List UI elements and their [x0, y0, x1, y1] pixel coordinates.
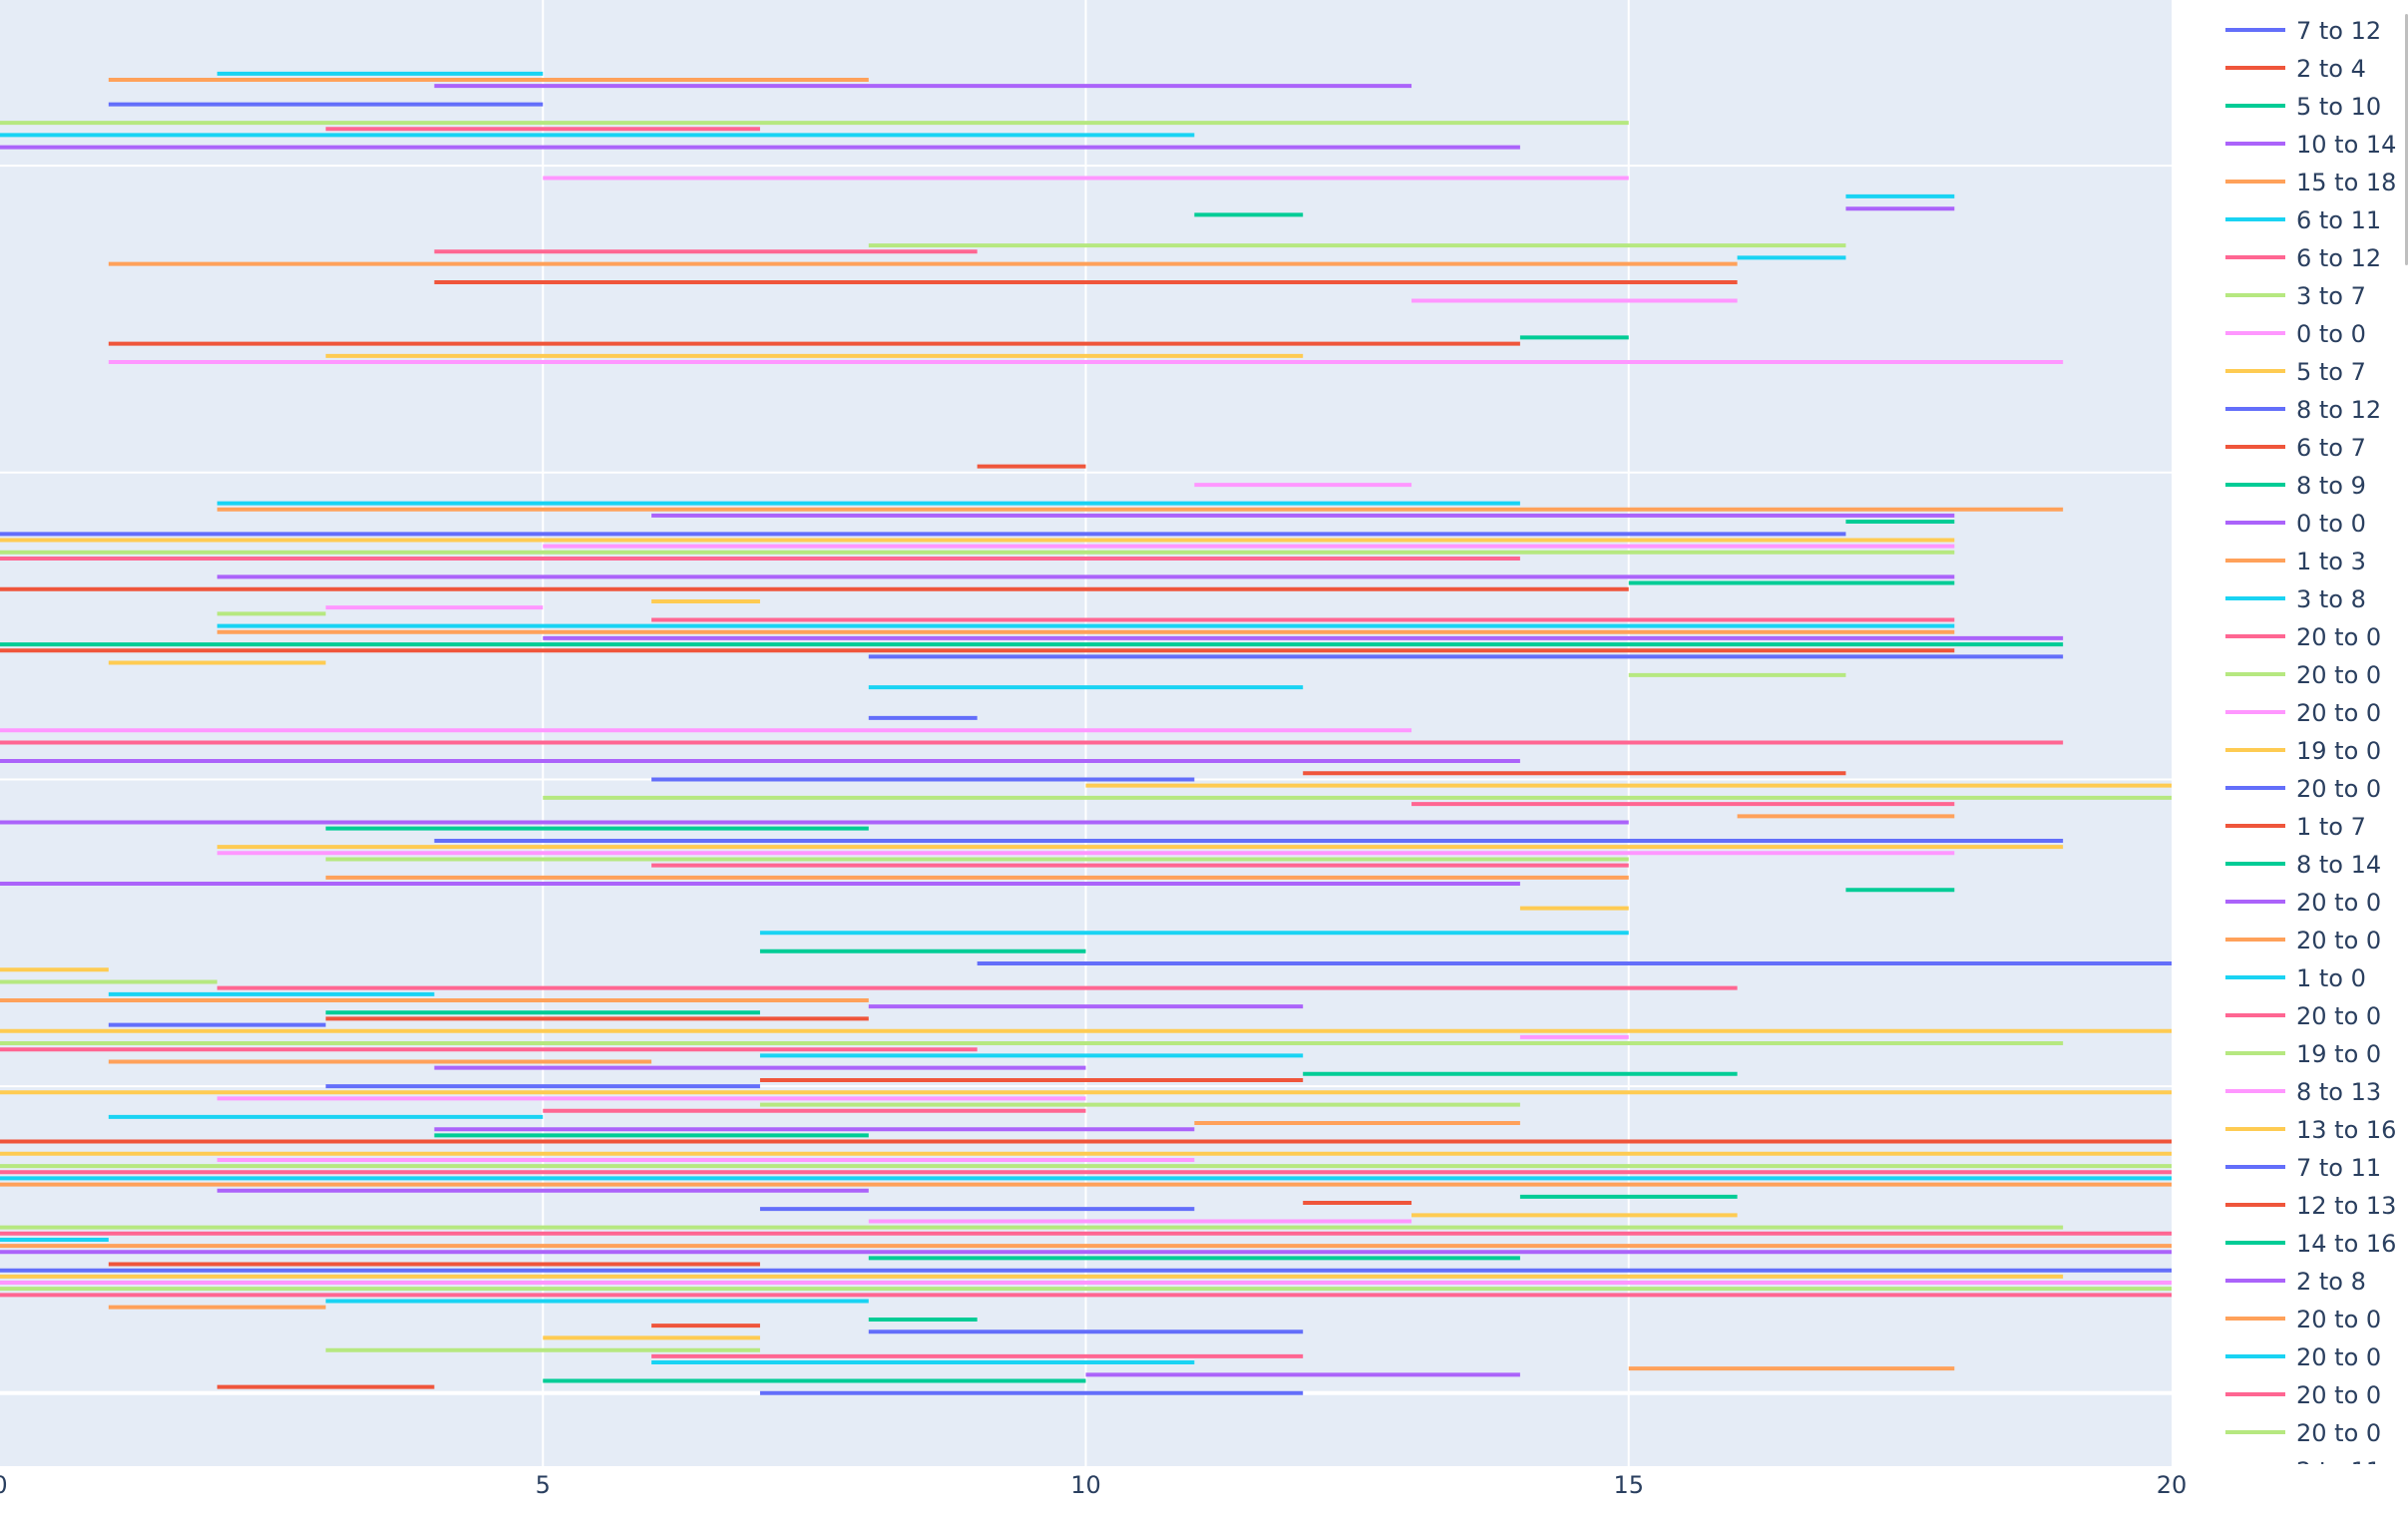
legend-label: 2 to 11	[2296, 1457, 2381, 1485]
legend-item[interactable]: 7 to 11	[2225, 1154, 2381, 1182]
legend-item[interactable]: 0 to 0	[2225, 320, 2366, 348]
legend-label: 20 to 0	[2296, 1306, 2381, 1333]
legend-item[interactable]: 20 to 0	[2225, 1002, 2381, 1030]
legend-label: 12 to 13	[2296, 1192, 2396, 1220]
x-axis-ticks: 0 5 10 15 20	[0, 1471, 2187, 1499]
legend-item[interactable]: 2 to 8	[2225, 1268, 2366, 1296]
legend-label: 5 to 10	[2296, 93, 2381, 121]
legend-label: 20 to 0	[2296, 661, 2381, 689]
legend-item[interactable]: 2 to 4	[2225, 55, 2366, 83]
legend-label: 8 to 9	[2296, 472, 2366, 500]
legend-label: 0 to 0	[2296, 320, 2366, 348]
legend-label: 5 to 7	[2296, 358, 2366, 386]
legend-item[interactable]: 20 to 0	[2225, 1381, 2381, 1409]
legend-item[interactable]: 1 to 3	[2225, 548, 2366, 575]
legend-label: 6 to 11	[2296, 206, 2381, 234]
legend-label: 13 to 16	[2296, 1116, 2396, 1144]
legend-item[interactable]: 19 to 0	[2225, 1040, 2381, 1068]
x-tick-label: 5	[536, 1471, 551, 1499]
legend-label: 20 to 0	[2296, 623, 2381, 651]
legend-label: 7 to 11	[2296, 1154, 2381, 1182]
legend-label: 3 to 8	[2296, 585, 2366, 613]
legend-label: 7 to 12	[2296, 17, 2381, 45]
legend-label: 10 to 14	[2296, 131, 2396, 159]
legend-item[interactable]: 8 to 14	[2225, 851, 2381, 879]
legend-item[interactable]: 5 to 10	[2225, 93, 2381, 121]
legend-item[interactable]: 2 to 11	[2225, 1457, 2381, 1485]
legend-item[interactable]: 20 to 0	[2225, 1419, 2381, 1447]
legend-item[interactable]: 8 to 13	[2225, 1078, 2381, 1106]
legend-item[interactable]: 20 to 0	[2225, 1343, 2381, 1371]
legend-label: 19 to 0	[2296, 1040, 2381, 1068]
legend-item[interactable]: 0 to 0	[2225, 510, 2366, 538]
legend-item[interactable]: 10 to 14	[2225, 131, 2396, 159]
legend-item[interactable]: 1 to 7	[2225, 813, 2366, 841]
chart: 0 5 10 15 20 7 to 12 2 to 4 5 to 10 10 to 14 15 …	[0, 0, 2408, 1499]
legend-label: 6 to 7	[2296, 434, 2366, 462]
legend: 7 to 12 2 to 4 5 to 10 10 to 14 15 to 18 6 to…	[2225, 14, 2408, 1485]
legend-item[interactable]: 12 to 13	[2225, 1192, 2396, 1220]
legend-label: 20 to 0	[2296, 1343, 2381, 1371]
legend-label: 1 to 0	[2296, 964, 2366, 992]
legend-item[interactable]: 8 to 9	[2225, 472, 2366, 500]
x-tick-label: 20	[2157, 1471, 2188, 1499]
legend-label: 20 to 0	[2296, 1002, 2381, 1030]
legend-item[interactable]: 8 to 12	[2225, 396, 2381, 424]
legend-item[interactable]: 20 to 0	[2225, 1306, 2381, 1333]
legend-label: 20 to 0	[2296, 1419, 2381, 1447]
legend-item[interactable]: 6 to 12	[2225, 244, 2381, 272]
legend-item[interactable]: 20 to 0	[2225, 661, 2381, 689]
legend-label: 8 to 14	[2296, 851, 2381, 879]
legend-label: 2 to 4	[2296, 55, 2366, 83]
legend-item[interactable]: 15 to 18	[2225, 169, 2396, 196]
legend-item[interactable]: 20 to 0	[2225, 699, 2381, 727]
legend-item[interactable]: 19 to 0	[2225, 737, 2381, 765]
legend-label: 20 to 0	[2296, 1381, 2381, 1409]
legend-label: 8 to 13	[2296, 1078, 2381, 1106]
legend-label: 2 to 8	[2296, 1268, 2366, 1296]
legend-item[interactable]: 7 to 12	[2225, 17, 2381, 45]
legend-label: 15 to 18	[2296, 169, 2396, 196]
legend-item[interactable]: 20 to 0	[2225, 623, 2381, 651]
legend-label: 14 to 16	[2296, 1230, 2396, 1258]
legend-item[interactable]: 5 to 7	[2225, 358, 2366, 386]
legend-item[interactable]: 14 to 16	[2225, 1230, 2396, 1258]
legend-item[interactable]: 20 to 0	[2225, 775, 2381, 803]
legend-item[interactable]: 3 to 7	[2225, 282, 2366, 310]
legend-item[interactable]: 13 to 16	[2225, 1116, 2396, 1144]
legend-label: 20 to 0	[2296, 775, 2381, 803]
legend-item[interactable]: 3 to 8	[2225, 585, 2366, 613]
legend-label: 3 to 7	[2296, 282, 2366, 310]
x-tick-label: 10	[1070, 1471, 1101, 1499]
legend-label: 0 to 0	[2296, 510, 2366, 538]
legend-item[interactable]: 20 to 0	[2225, 889, 2381, 917]
legend-label: 20 to 0	[2296, 699, 2381, 727]
legend-item[interactable]: 1 to 0	[2225, 964, 2366, 992]
legend-label: 1 to 7	[2296, 813, 2366, 841]
legend-label: 20 to 0	[2296, 927, 2381, 954]
legend-item[interactable]: 20 to 0	[2225, 927, 2381, 954]
legend-label: 19 to 0	[2296, 737, 2381, 765]
legend-label: 20 to 0	[2296, 889, 2381, 917]
legend-item[interactable]: 6 to 7	[2225, 434, 2366, 462]
legend-item[interactable]: 6 to 11	[2225, 206, 2381, 234]
x-tick-label: 0	[0, 1471, 8, 1499]
x-tick-label: 15	[1613, 1471, 1644, 1499]
legend-label: 1 to 3	[2296, 548, 2366, 575]
legend-label: 6 to 12	[2296, 244, 2381, 272]
legend-label: 8 to 12	[2296, 396, 2381, 424]
